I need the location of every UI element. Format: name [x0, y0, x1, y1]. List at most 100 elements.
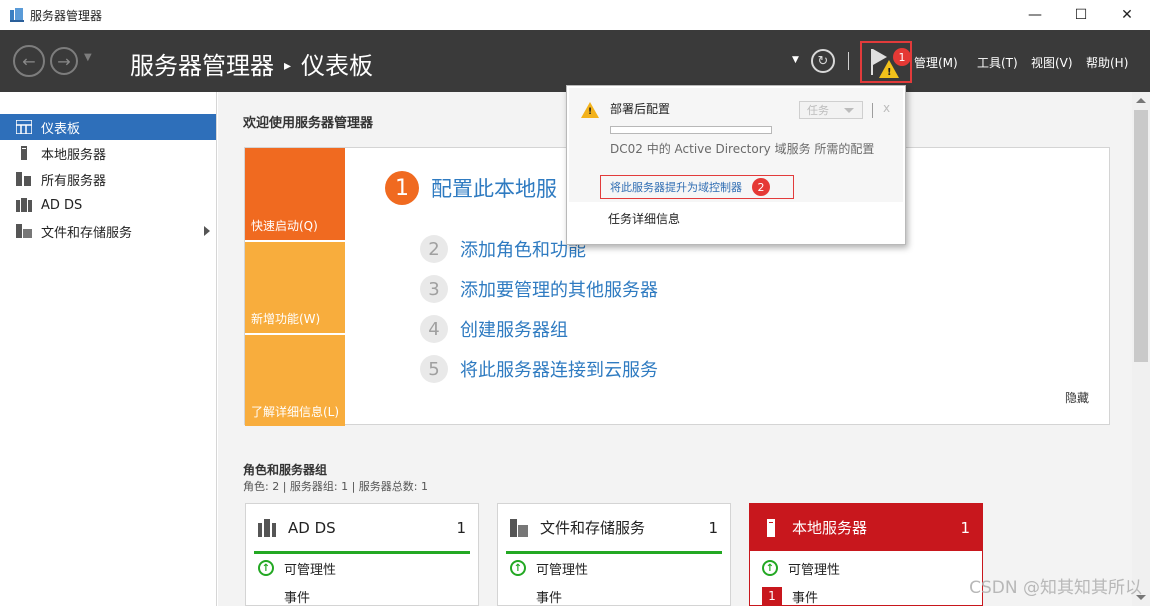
ad-ds-icon: [258, 518, 276, 537]
card-row-manageability[interactable]: ↑ 可管理性: [246, 554, 478, 582]
menu-view[interactable]: 视图(V): [1031, 54, 1073, 71]
back-button[interactable]: ←: [13, 45, 45, 77]
notifications-popup: ! 部署后配置 任务 x DC02 中的 Active Directory 域服…: [566, 85, 906, 245]
notifications-flag-button[interactable]: ! 1: [860, 41, 912, 83]
tile-quick-start[interactable]: 快速启动(Q): [245, 148, 345, 240]
tile-label: 新增功能(W): [251, 312, 321, 326]
step-label[interactable]: 创建服务器组: [460, 316, 568, 342]
card-title: AD DS: [288, 518, 336, 537]
menu-manage[interactable]: 管理(M): [914, 54, 958, 71]
step-badge-1: 1: [893, 48, 911, 66]
expand-arrow-icon[interactable]: [204, 226, 210, 236]
sidebar-item-file-storage[interactable]: 文件和存储服务: [0, 218, 216, 244]
row-label: 可管理性: [788, 562, 841, 578]
scroll-up-icon[interactable]: [1136, 98, 1146, 103]
breadcrumb-page: 仪表板: [301, 52, 374, 80]
card-count: 1: [708, 518, 718, 537]
refresh-button[interactable]: ↻: [811, 49, 835, 73]
warning-mark: !: [887, 67, 892, 78]
maximize-button[interactable]: ☐: [1058, 0, 1104, 30]
step-label[interactable]: 添加要管理的其他服务器: [460, 276, 658, 302]
step-configure-local-server[interactable]: 1 配置此本地服: [385, 171, 557, 205]
promote-to-dc-link[interactable]: 将此服务器提升为域控制器 2: [600, 175, 794, 199]
toolbar-divider: [848, 52, 849, 70]
forward-button[interactable]: →: [50, 47, 78, 75]
tile-learn-more[interactable]: 了解详细信息(L): [245, 335, 345, 426]
step-badge-2: 2: [752, 178, 770, 196]
role-card-file-storage[interactable]: 文件和存储服务 1 ↑ 可管理性 事件: [497, 503, 731, 606]
window-title: 服务器管理器: [30, 8, 103, 23]
step-add-roles[interactable]: 2 添加角色和功能: [420, 235, 586, 263]
step-add-servers[interactable]: 3 添加要管理的其他服务器: [420, 275, 658, 303]
server-icon: [762, 518, 780, 537]
breadcrumb-dropdown-icon[interactable]: ▼: [792, 55, 799, 65]
row-label: 可管理性: [536, 562, 589, 578]
minimize-button[interactable]: —: [1012, 0, 1058, 30]
card-header[interactable]: 文件和存储服务 1: [498, 504, 730, 551]
tile-label: 快速启动(Q): [251, 219, 318, 233]
card-row-manageability[interactable]: ↑ 可管理性: [750, 554, 982, 582]
notification-item: ! 部署后配置 任务 x DC02 中的 Active Directory 域服…: [569, 88, 903, 202]
roles-summary: 角色: 2 | 服务器组: 1 | 服务器总数: 1: [243, 480, 429, 493]
warning-mark: !: [588, 107, 593, 117]
task-dropdown-label: 任务: [807, 104, 829, 117]
chevron-down-icon: [844, 108, 854, 113]
sidebar-item-ad-ds[interactable]: AD DS: [0, 192, 216, 218]
popup-divider: [872, 103, 873, 118]
forward-arrow-icon: →: [57, 51, 71, 71]
watermark: CSDN @知其知其所以: [969, 578, 1142, 598]
card-row-events[interactable]: 1 事件: [750, 582, 982, 606]
card-count: 1: [960, 518, 970, 537]
close-button[interactable]: ✕: [1104, 0, 1150, 30]
menu-help[interactable]: 帮助(H): [1086, 54, 1128, 71]
step-label[interactable]: 将此服务器连接到云服务: [460, 356, 658, 382]
notification-description: DC02 中的 Active Directory 域服务 所需的配置: [610, 142, 875, 156]
notification-title: 部署后配置: [610, 102, 671, 116]
sidebar-item-label: 所有服务器: [41, 173, 107, 189]
task-dropdown[interactable]: 任务: [799, 101, 863, 119]
breadcrumb-separator-icon: ▸: [284, 58, 292, 74]
refresh-icon: ↻: [817, 53, 829, 69]
event-count-badge: 1: [762, 587, 782, 605]
breadcrumb: 服务器管理器 ▸ 仪表板: [130, 46, 373, 81]
card-row-events[interactable]: 事件: [498, 582, 730, 606]
sidebar-item-label: 文件和存储服务: [41, 225, 133, 241]
role-card-ad-ds[interactable]: AD DS 1 ↑ 可管理性 事件: [245, 503, 479, 606]
welcome-title: 欢迎使用服务器管理器: [243, 116, 374, 131]
step-connect-cloud[interactable]: 5 将此服务器连接到云服务: [420, 355, 658, 383]
step-create-group[interactable]: 4 创建服务器组: [420, 315, 568, 343]
card-row-events[interactable]: 事件: [246, 582, 478, 606]
sidebar-item-label: AD DS: [41, 197, 83, 213]
vertical-scrollbar[interactable]: [1132, 92, 1150, 606]
sidebar-item-label: 仪表板: [41, 121, 81, 137]
step-number: 4: [420, 315, 448, 343]
sidebar-item-dashboard[interactable]: 仪表板: [0, 114, 216, 140]
card-title: 文件和存储服务: [540, 519, 646, 537]
hide-link[interactable]: 隐藏: [1065, 389, 1089, 406]
back-arrow-icon: ←: [22, 51, 36, 71]
card-header[interactable]: AD DS 1: [246, 504, 478, 551]
step-number: 3: [420, 275, 448, 303]
step-label[interactable]: 配置此本地服: [431, 173, 557, 203]
promote-link-label[interactable]: 将此服务器提升为域控制器: [610, 179, 742, 195]
card-header[interactable]: 本地服务器 1: [750, 504, 982, 551]
sidebar-item-label: 本地服务器: [41, 147, 107, 163]
scroll-thumb[interactable]: [1134, 110, 1148, 362]
title-bar: 服务器管理器 — ☐ ✕: [0, 0, 1150, 30]
menu-tools[interactable]: 工具(T): [977, 54, 1018, 71]
card-title: 本地服务器: [792, 519, 868, 537]
task-details-link[interactable]: 任务详细信息: [608, 210, 680, 227]
sidebar-item-all-servers[interactable]: 所有服务器: [0, 166, 216, 192]
step-number: 5: [420, 355, 448, 383]
tile-label: 了解详细信息(L): [251, 405, 340, 419]
history-dropdown-icon[interactable]: ▼: [84, 52, 92, 63]
sidebar-item-local-server[interactable]: 本地服务器: [0, 140, 216, 166]
card-count: 1: [456, 518, 466, 537]
dashboard-icon: [15, 119, 33, 135]
card-row-manageability[interactable]: ↑ 可管理性: [498, 554, 730, 582]
row-label: 事件: [792, 590, 819, 606]
breadcrumb-app: 服务器管理器: [130, 52, 274, 80]
role-card-local-server[interactable]: 本地服务器 1 ↑ 可管理性 1 事件: [749, 503, 983, 606]
tile-whats-new[interactable]: 新增功能(W): [245, 242, 345, 333]
dismiss-button[interactable]: x: [883, 101, 890, 115]
